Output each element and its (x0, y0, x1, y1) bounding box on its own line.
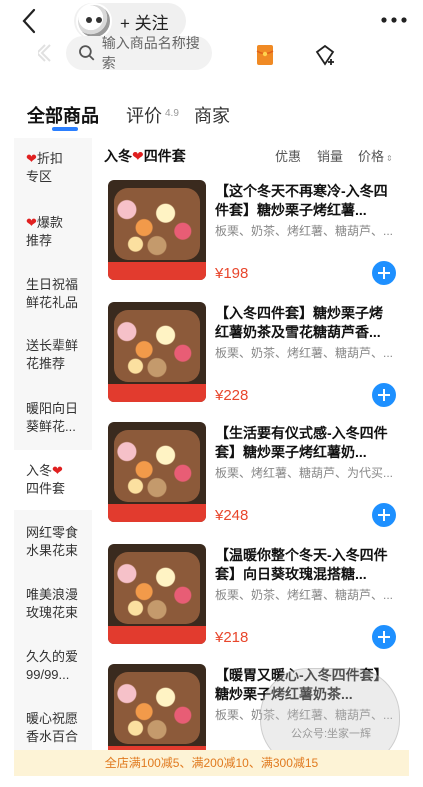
sidebar-item-label: 折扣 (36, 151, 63, 166)
product-title[interactable]: 【入冬四件套】糖炒栗子烤红薯奶茶及雪花糖葫芦香... (215, 304, 393, 342)
sidebar-item-label: 鲜花礼品 (26, 295, 79, 310)
section-title: 入冬❤四件套 (104, 146, 186, 166)
product-card[interactable]: 【入冬四件套】糖炒栗子烤红薯奶茶及雪花糖葫芦香... 板栗、奶茶、烤红薯、糖葫芦… (92, 302, 423, 422)
rating-badge: 4.9 (165, 108, 179, 119)
promo-banner: 全店满100减5、满200减10、满300减15 (14, 750, 409, 776)
product-card[interactable]: 【温暖你整个冬天-入冬四件套】向日葵玫瑰混搭糖... 板栗、奶茶、烤红薯、糖葫芦… (92, 544, 423, 664)
sidebar-item-label: 爆款 (36, 215, 63, 230)
product-price: ¥198 (215, 265, 249, 282)
section-title-prefix: 入冬 (104, 148, 132, 164)
search-input[interactable]: 输入商品名称搜索 (66, 35, 212, 71)
share-icon[interactable] (313, 43, 337, 67)
tab-bar: 全部商品 评价 4.9 商家 (0, 98, 423, 138)
sidebar-item-birthday[interactable]: 生日祝福 鲜花礼品 (14, 276, 92, 312)
sidebar-item-label: 水果花束 (26, 543, 79, 558)
product-price: ¥218 (215, 629, 249, 646)
heart-icon: ❤ (26, 151, 37, 166)
sort-sales[interactable]: 销量 (317, 146, 343, 165)
product-tags: 板栗、奶茶、烤红薯、糖葫芦、... (215, 588, 393, 602)
chevron-left-icon (35, 42, 54, 64)
more-dots-icon[interactable] (379, 10, 409, 30)
sidebar-item-discount[interactable]: ❤折扣 专区 (14, 150, 92, 186)
product-title[interactable]: 【生活要有仪式感-入冬四件套】糖炒栗子烤红薯奶... (215, 424, 393, 462)
sidebar-item-label: 久久的爱 (26, 649, 79, 664)
tab-rating[interactable]: 评价 4.9 (126, 102, 179, 128)
category-sidebar: ❤折扣 专区 ❤爆款 推荐 生日祝福 鲜花礼品 送长辈鲜 花推荐 暖阳向日 葵鲜… (14, 138, 92, 750)
sidebar-item-label: 送长辈鲜 (26, 338, 79, 353)
sort-discount[interactable]: 优惠 (275, 146, 301, 165)
product-tags: 板栗、烤红薯、糖葫芦、为代买... (215, 466, 393, 480)
product-image[interactable] (108, 180, 206, 280)
search-row: 输入商品名称搜索 (0, 35, 423, 72)
section-title-suffix: 四件套 (143, 148, 186, 164)
search-icon (79, 45, 95, 61)
sort-price-label: 价格 (358, 149, 385, 164)
sidebar-item-label: 四件套 (26, 481, 66, 496)
sidebar-item-lily[interactable]: 暖心祝愿 香水百合 (14, 710, 92, 746)
heart-icon: ❤ (132, 148, 144, 164)
watermark-text: 公众号:坐家一辉 (291, 728, 372, 740)
heart-icon: ❤ (52, 463, 63, 478)
chevron-left-icon[interactable] (18, 6, 42, 36)
product-price: ¥228 (215, 387, 249, 404)
sidebar-item-label: 玫瑰花束 (26, 605, 79, 620)
sort-arrows-icon: ⇕ (386, 154, 393, 163)
sort-price[interactable]: 价格 ⇕ (358, 146, 393, 165)
sidebar-item-label: 暖阳向日 (26, 401, 79, 416)
product-card[interactable]: 【生活要有仪式感-入冬四件套】糖炒栗子烤红薯奶... 板栗、烤红薯、糖葫芦、为代… (92, 422, 423, 542)
active-tab-indicator (52, 127, 78, 131)
add-to-cart-button[interactable] (372, 625, 396, 649)
product-image[interactable] (108, 664, 206, 750)
add-to-cart-button[interactable] (372, 261, 396, 285)
sidebar-item-label: 唯美浪漫 (26, 587, 79, 602)
sidebar-item-label: 花推荐 (26, 356, 66, 371)
sidebar-item-hot[interactable]: ❤爆款 推荐 (14, 214, 92, 250)
product-image[interactable] (108, 544, 206, 644)
sidebar-item-label: 香水百合 (26, 729, 79, 744)
tab-rating-label: 评价 (126, 106, 162, 126)
heart-icon: ❤ (26, 215, 37, 230)
sidebar-item-sunflower[interactable]: 暖阳向日 葵鲜花... (14, 400, 92, 436)
product-image[interactable] (108, 422, 206, 522)
tab-all-products[interactable]: 全部商品 (27, 102, 99, 128)
sidebar-item-label: 暖心祝愿 (26, 711, 79, 726)
sidebar-item-label: 葵鲜花... (26, 419, 76, 434)
tab-shop[interactable]: 商家 (194, 102, 230, 128)
sidebar-item-label: 网红零食 (26, 525, 79, 540)
sidebar-item-label: 推荐 (26, 233, 53, 248)
sidebar-item-label: 专区 (26, 169, 53, 184)
sidebar-item-snacks[interactable]: 网红零食 水果花束 (14, 524, 92, 560)
sidebar-item-elders[interactable]: 送长辈鲜 花推荐 (14, 337, 92, 373)
product-price: ¥248 (215, 507, 249, 524)
sidebar-item-label: 生日祝福 (26, 277, 79, 292)
red-packet-icon[interactable] (256, 44, 274, 66)
sidebar-item-99[interactable]: 久久的爱 99/99... (14, 648, 92, 684)
search-placeholder: 输入商品名称搜索 (101, 35, 200, 71)
product-title[interactable]: 【温暖你整个冬天-入冬四件套】向日葵玫瑰混搭糖... (215, 546, 393, 584)
product-tags: 板栗、奶茶、烤红薯、糖葫芦、... (215, 346, 393, 360)
follow-label: + 关注 (120, 13, 169, 33)
sidebar-item-label: 99/99... (26, 667, 70, 682)
sidebar-item-winter-set[interactable]: 入冬❤ 四件套 (14, 450, 92, 510)
product-title[interactable]: 【这个冬天不再寒冷-入冬四件套】糖炒栗子烤红薯... (215, 182, 393, 220)
product-list-panel: 入冬❤四件套 优惠 销量 价格 ⇕ 【这个冬天不再寒冷-入冬四件套】糖炒栗子烤红薯… (92, 138, 423, 750)
product-tags: 板栗、奶茶、烤红薯、糖葫芦、... (215, 224, 393, 238)
product-card[interactable]: 【这个冬天不再寒冷-入冬四件套】糖炒栗子烤红薯... 板栗、奶茶、烤红薯、糖葫芦… (92, 180, 423, 300)
add-to-cart-button[interactable] (372, 383, 396, 407)
sidebar-item-label: 入冬 (26, 463, 53, 478)
add-to-cart-button[interactable] (372, 503, 396, 527)
product-image[interactable] (108, 302, 206, 402)
sidebar-item-roses[interactable]: 唯美浪漫 玫瑰花束 (14, 586, 92, 622)
